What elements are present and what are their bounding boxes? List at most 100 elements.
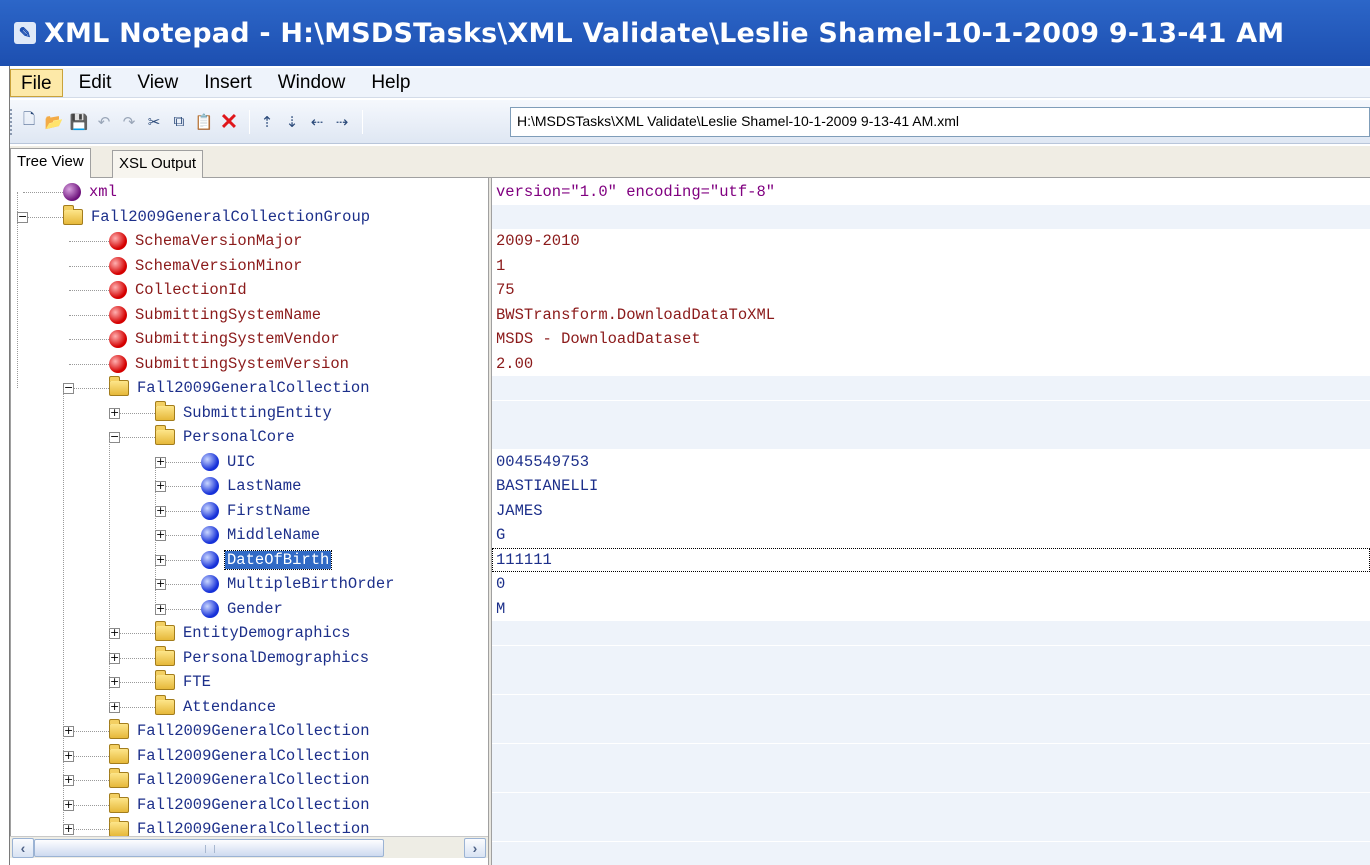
value-row[interactable]: MSDS - DownloadDataset [492,327,1370,351]
scroll-thumb[interactable] [34,839,384,857]
tree-node-label[interactable]: MiddleName [225,526,322,544]
tree-node[interactable]: xml [63,180,119,204]
tree-node-label[interactable]: SubmittingEntity [181,404,334,422]
tree-node[interactable]: EntityDemographics [155,621,352,645]
tree-node[interactable]: Fall2009GeneralCollection [109,792,372,817]
tree-node[interactable]: SubmittingSystemVersion [109,352,351,376]
tree-node[interactable]: Fall2009GeneralCollection [109,768,372,792]
collapse-icon[interactable]: − [109,431,120,443]
nudge-left-icon[interactable]: ⇠ [306,111,328,133]
tree-node-label[interactable]: Fall2009GeneralCollection [135,379,372,397]
expand-icon[interactable]: + [63,774,74,786]
tree-node[interactable]: PersonalCore [155,425,297,449]
tree-node[interactable]: FTE [155,670,213,694]
tree-node-label[interactable]: SubmittingSystemVersion [133,355,351,373]
value-row[interactable]: 2009-2010 [492,229,1370,253]
menu-window[interactable]: Window [268,69,356,97]
value-row[interactable] [492,425,1370,449]
paste-icon[interactable]: 📋 [193,111,215,133]
collapse-icon[interactable]: − [63,382,74,394]
tree-node-label[interactable]: Fall2009GeneralCollection [135,796,372,814]
nudge-down-icon[interactable]: ⇣ [281,111,303,133]
expand-icon[interactable]: + [109,701,120,713]
tree-node-label[interactable]: Attendance [181,698,278,716]
menu-help[interactable]: Help [361,69,420,97]
tree-node-label[interactable]: xml [87,183,119,201]
tree-node[interactable]: PersonalDemographics [155,645,371,670]
menu-view[interactable]: View [127,69,188,97]
cut-icon[interactable]: ✂ [143,111,165,133]
copy-icon[interactable]: ⧉ [168,111,190,133]
tree-node-label[interactable]: FTE [181,673,213,691]
value-row[interactable] [492,670,1370,694]
nudge-right-icon[interactable]: ⇢ [331,111,353,133]
expand-icon[interactable]: + [109,652,120,664]
location-field[interactable]: H:\MSDSTasks\XML Validate\Leslie Shamel-… [510,107,1370,137]
tree-node-label[interactable]: Fall2009GeneralCollection [135,722,372,740]
tree-node[interactable]: Fall2009GeneralCollectionGroup [63,204,372,229]
expand-icon[interactable]: + [63,799,74,811]
value-row[interactable]: 75 [492,278,1370,302]
value-row[interactable]: 2.00 [492,351,1370,376]
tree-node[interactable]: SubmittingEntity [155,400,334,425]
nudge-up-icon[interactable]: ⇡ [256,111,278,133]
expand-icon[interactable]: + [109,627,120,639]
expand-icon[interactable]: + [155,529,166,541]
value-row[interactable] [492,621,1370,645]
tree-node-label[interactable]: SubmittingSystemVendor [133,330,342,348]
scroll-right-icon[interactable]: › [464,838,486,858]
undo-icon[interactable]: ↶ [93,111,115,133]
value-row[interactable]: G [492,523,1370,547]
tree-node[interactable]: Gender [201,597,285,621]
expand-icon[interactable]: + [63,750,74,762]
expand-icon[interactable]: + [109,407,120,419]
tree-node-label[interactable]: Fall2009GeneralCollection [135,771,372,789]
toolbar-grip[interactable] [10,108,14,135]
tab-xsl-output[interactable]: XSL Output [112,150,203,178]
tree-node[interactable]: SchemaVersionMajor [109,229,304,253]
tree-node-label[interactable]: SchemaVersionMinor [133,257,304,275]
tree-node[interactable]: MiddleName [201,523,322,547]
value-row[interactable]: BASTIANELLI [492,474,1370,498]
delete-icon[interactable]: ✕ [218,109,240,134]
value-row[interactable]: 111111 [492,547,1370,572]
tree-node[interactable]: MultipleBirthOrder [201,572,396,596]
tree-node-label[interactable]: Fall2009GeneralCollection [135,747,372,765]
expand-icon[interactable]: + [155,554,166,566]
save-icon[interactable]: 💾 [68,111,90,133]
expand-icon[interactable]: + [63,823,74,835]
scroll-left-icon[interactable]: ‹ [12,838,34,858]
open-icon[interactable]: 📂 [43,111,65,133]
expand-icon[interactable]: + [155,578,166,590]
tree-node-label[interactable]: SubmittingSystemName [133,306,323,324]
tree-node[interactable]: SubmittingSystemVendor [109,327,342,351]
menu-file[interactable]: File [10,68,63,97]
tree-node[interactable]: SubmittingSystemName [109,303,323,327]
tree-node[interactable]: FirstName [201,499,313,523]
expand-icon[interactable]: + [155,505,166,517]
value-row[interactable] [492,719,1370,743]
value-row[interactable]: 1 [492,253,1370,278]
tree-node[interactable]: LastName [201,474,303,498]
menu-insert[interactable]: Insert [194,69,262,97]
menu-edit[interactable]: Edit [69,69,122,97]
tree-node-label[interactable]: LastName [225,477,303,495]
tree-node-label[interactable]: MultipleBirthOrder [225,575,396,593]
tree-node[interactable]: UIC [201,450,257,474]
new-icon[interactable]: 🗋 [18,111,40,133]
value-row[interactable] [492,743,1370,768]
tab-tree-view[interactable]: Tree View [10,148,91,179]
tree-node[interactable]: Fall2009GeneralCollection [109,719,372,743]
tree-node-label[interactable]: SchemaVersionMajor [133,232,304,250]
value-pane[interactable]: version="1.0" encoding="utf-8" 2009-2010 1… [492,178,1370,865]
expand-icon[interactable]: + [155,480,166,492]
value-row[interactable] [492,376,1370,400]
redo-icon[interactable]: ↷ [118,111,140,133]
value-row[interactable]: M [492,596,1370,621]
tree-node-label[interactable]: CollectionId [133,281,249,299]
tree-node-label[interactable]: UIC [225,453,257,471]
value-row[interactable]: 0 [492,572,1370,596]
tree-node[interactable]: Fall2009GeneralCollection [109,743,372,768]
expand-icon[interactable]: + [155,603,166,615]
tree-node[interactable]: DateOfBirth [201,548,333,572]
